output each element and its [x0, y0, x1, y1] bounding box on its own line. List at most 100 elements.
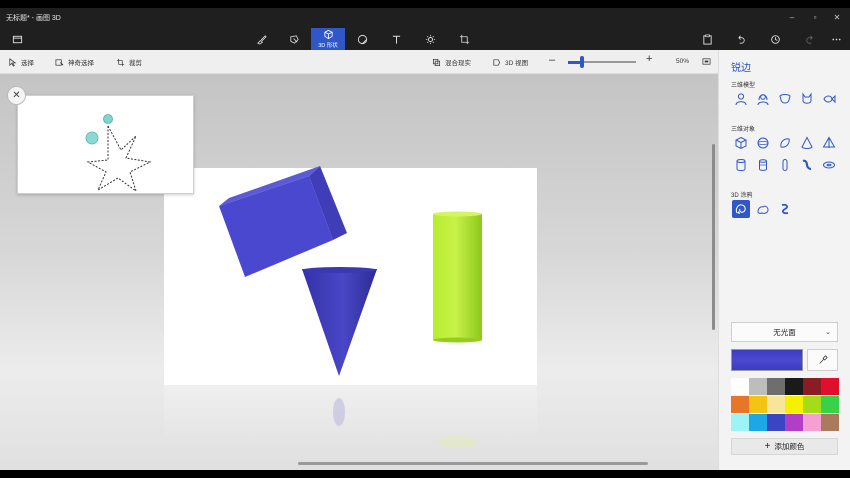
paste-button[interactable]	[690, 28, 724, 50]
doodle-handle[interactable]	[103, 114, 113, 124]
color-swatch[interactable]	[803, 378, 821, 395]
color-swatch[interactable]	[749, 396, 767, 413]
zoom-slider[interactable]	[568, 56, 636, 68]
workspace[interactable]: ✕	[0, 74, 718, 470]
2d-shapes-tool[interactable]	[277, 28, 311, 50]
object-cylinder[interactable]	[732, 156, 750, 174]
3d-view-button[interactable]: 3D 视图	[492, 56, 528, 68]
color-swatch[interactable]	[731, 396, 749, 413]
color-swatch[interactable]	[749, 378, 767, 395]
cube-shape[interactable]	[219, 166, 347, 277]
close-button[interactable]: ✕	[831, 12, 843, 24]
model-woman[interactable]	[754, 90, 772, 108]
object-sphere[interactable]	[754, 134, 772, 152]
text-tool[interactable]	[379, 28, 413, 50]
magic-select-button[interactable]: 神奇选择	[55, 56, 94, 68]
color-swatch[interactable]	[785, 378, 803, 395]
color-swatch[interactable]	[731, 378, 749, 395]
history-button[interactable]	[758, 28, 792, 50]
cursor-icon	[9, 57, 17, 67]
finish-value: 无光面	[773, 327, 796, 337]
redo-button[interactable]	[792, 28, 826, 50]
crop-icon	[459, 34, 469, 44]
add-color-button[interactable]: + 添加颜色	[731, 438, 838, 455]
color-swatch[interactable]	[767, 414, 785, 431]
pyramid-object-icon	[822, 136, 836, 148]
doodle-soft-edge[interactable]	[754, 200, 772, 218]
star-doodle	[85, 114, 152, 193]
select-button[interactable]: 选择	[8, 56, 34, 68]
cone-shape[interactable]	[302, 269, 377, 376]
canvas-tool[interactable]	[447, 28, 481, 50]
color-swatch[interactable]	[767, 396, 785, 413]
color-swatch[interactable]	[785, 396, 803, 413]
stickers-tool[interactable]	[345, 28, 379, 50]
object-tube[interactable]	[754, 156, 772, 174]
finish-dropdown[interactable]: 无光面 ⌄	[731, 322, 838, 342]
cube-icon	[323, 29, 333, 40]
tube-doodle-icon	[781, 203, 789, 215]
3d-shapes-tool[interactable]: 3D 形状	[311, 28, 345, 50]
add-color-label: 添加颜色	[774, 442, 805, 451]
zoom-slider-thumb[interactable]	[579, 56, 584, 68]
color-swatch[interactable]	[785, 414, 803, 431]
doodle-tube[interactable]	[776, 200, 794, 218]
magic-select-icon	[55, 58, 64, 66]
crop-button[interactable]: 裁剪	[116, 56, 142, 68]
mixed-reality-button[interactable]: 混合现实	[432, 56, 471, 68]
undo-icon	[737, 35, 745, 44]
zoom-out-button[interactable]: –	[549, 54, 555, 66]
minimize-button[interactable]: –	[786, 12, 798, 24]
color-swatch[interactable]	[803, 414, 821, 431]
object-capsule[interactable]	[776, 156, 794, 174]
man-model-icon	[735, 93, 747, 106]
object-pyramid[interactable]	[820, 134, 838, 152]
color-swatch[interactable]	[821, 414, 839, 431]
cylinder-shape[interactable]	[433, 211, 482, 343]
fish-model-icon	[823, 94, 836, 104]
models-section-label: 三维模型	[731, 83, 756, 89]
3d-view-label: 3D 视图	[505, 60, 529, 67]
color-swatch[interactable]	[767, 378, 785, 395]
fit-screen-icon[interactable]	[702, 57, 711, 66]
vertical-scrollbar[interactable]	[712, 144, 715, 330]
color-swatch[interactable]	[821, 378, 839, 395]
doodle-sharp-edge[interactable]	[732, 200, 750, 218]
maximize-button[interactable]: ▫	[809, 12, 821, 24]
model-dog[interactable]	[776, 90, 794, 108]
3d-view-icon	[493, 58, 501, 66]
color-swatch[interactable]	[803, 396, 821, 413]
more-icon	[831, 38, 841, 40]
object-hemisphere[interactable]	[776, 134, 794, 152]
undo-button[interactable]	[724, 28, 758, 50]
model-cat[interactable]	[798, 90, 816, 108]
crop-label: 裁剪	[129, 60, 142, 67]
horizontal-scrollbar[interactable]	[298, 462, 648, 465]
effects-tool[interactable]	[413, 28, 447, 50]
model-fish[interactable]	[820, 90, 838, 108]
brushes-tool[interactable]	[244, 28, 278, 50]
title-bar: 无标题* - 画图 3D – ▫ ✕	[0, 8, 850, 28]
model-man[interactable]	[732, 90, 750, 108]
color-swatch[interactable]	[731, 414, 749, 431]
doodles-section-label: 3D 涂鸦	[731, 193, 753, 199]
color-swatch[interactable]	[821, 396, 839, 413]
folder-icon	[12, 35, 22, 43]
brush-icon	[256, 34, 267, 45]
doodle-start-point[interactable]	[85, 131, 99, 145]
object-bent-tube[interactable]	[798, 156, 816, 174]
color-swatch[interactable]	[749, 414, 767, 431]
object-torus[interactable]	[820, 156, 838, 174]
more-button[interactable]	[822, 28, 850, 50]
close-preview-button[interactable]: ✕	[7, 86, 26, 105]
current-color-swatch[interactable]	[731, 349, 803, 371]
eyedropper-button[interactable]	[807, 349, 838, 371]
crop-icon	[116, 58, 125, 66]
panel-title: 锐边	[731, 63, 751, 74]
zoom-in-button[interactable]: +	[646, 53, 652, 65]
menu-button[interactable]	[0, 28, 34, 50]
zoom-level: 50%	[676, 58, 690, 65]
object-cube[interactable]	[732, 134, 750, 152]
object-cone[interactable]	[798, 134, 816, 152]
cone-object-icon	[801, 136, 813, 149]
